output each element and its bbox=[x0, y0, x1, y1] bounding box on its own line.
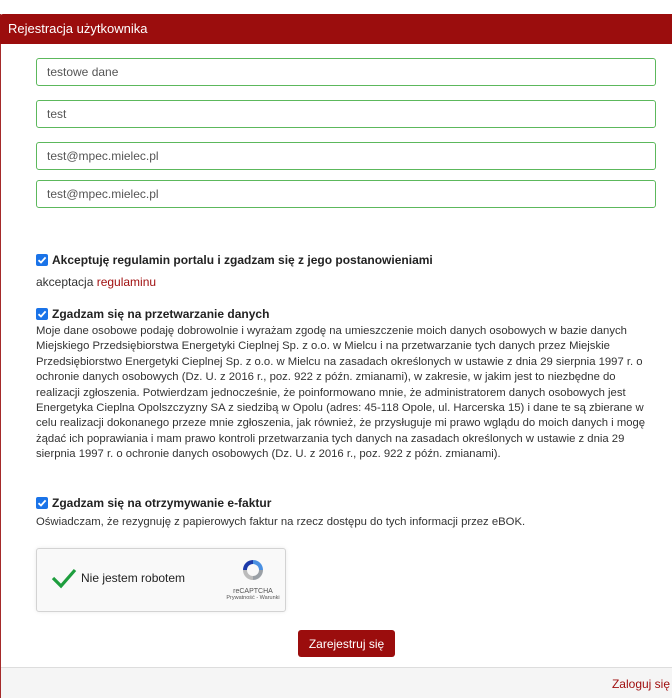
terms-checkbox[interactable] bbox=[36, 254, 48, 266]
login-link[interactable]: Zaloguj się bbox=[612, 677, 670, 691]
register-button[interactable]: Zarejestruj się bbox=[298, 630, 395, 657]
surname-field[interactable] bbox=[36, 100, 656, 128]
terms-label: Akceptuję regulamin portalu i zgadzam si… bbox=[52, 253, 433, 267]
recaptcha-logo-icon bbox=[243, 560, 263, 580]
email-confirm-field[interactable] bbox=[36, 180, 656, 208]
recaptcha-links[interactable]: Prywatność - Warunki bbox=[225, 595, 281, 601]
terms-note-prefix: akceptacja bbox=[36, 275, 97, 289]
einvoice-text: Oświadczam, że rezygnuję z papierowych f… bbox=[36, 516, 526, 528]
recaptcha-label: Nie jestem robotem bbox=[81, 571, 186, 585]
email-field[interactable] bbox=[36, 142, 656, 170]
terms-note: akceptacja regulaminu bbox=[36, 275, 156, 289]
recaptcha-widget[interactable]: Nie jestem robotem reCAPTCHA Prywatność … bbox=[36, 548, 286, 612]
name-field[interactable] bbox=[36, 58, 656, 86]
data-processing-text: Moje dane osobowe podaję dobrowolnie i w… bbox=[36, 325, 646, 461]
panel-footer: Zaloguj się bbox=[1, 667, 672, 698]
checkmark-icon bbox=[37, 310, 47, 318]
einvoice-checkbox-row[interactable]: Zgadzam się na otrzymywanie e-faktur bbox=[36, 496, 271, 510]
einvoice-label: Zgadzam się na otrzymywanie e-faktur bbox=[52, 496, 272, 510]
terms-checkbox-row[interactable]: Akceptuję regulamin portalu i zgadzam si… bbox=[36, 253, 433, 267]
panel-border bbox=[0, 14, 1, 698]
recaptcha-brand: reCAPTCHA bbox=[233, 588, 273, 595]
panel-title: Rejestracja użytkownika bbox=[0, 14, 672, 44]
data-processing-checkbox[interactable] bbox=[36, 308, 48, 320]
regulations-link[interactable]: regulaminu bbox=[97, 275, 156, 289]
checkmark-icon bbox=[37, 499, 47, 507]
data-processing-checkbox-row[interactable]: Zgadzam się na przetwarzanie danych bbox=[36, 307, 269, 321]
recaptcha-logo: reCAPTCHA Prywatność - Warunki bbox=[225, 557, 281, 601]
einvoice-checkbox[interactable] bbox=[36, 497, 48, 509]
data-processing-label: Zgadzam się na przetwarzanie danych bbox=[52, 307, 270, 321]
checkmark-icon bbox=[37, 256, 47, 264]
check-icon[interactable] bbox=[51, 567, 77, 592]
